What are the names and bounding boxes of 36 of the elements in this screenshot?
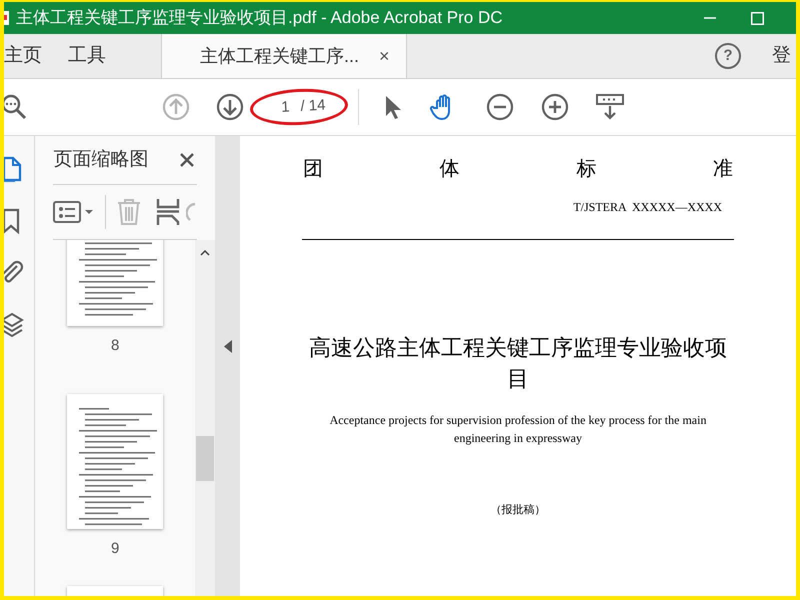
close-tab-button[interactable]: × <box>379 42 390 70</box>
document-tab[interactable]: 主体工程关键工序... × <box>161 34 407 78</box>
tab-label: 主体工程关键工序... <box>200 44 360 68</box>
page-thumbnail-drawing[interactable] <box>67 240 164 326</box>
english-title: Acceptance projects for supervision profession of the key process for the main engineering in expressway <box>328 412 708 447</box>
window-title: 主体工程关键工序监理专业验收项目.pdf - Adobe Acrobat Pro DC <box>16 7 503 30</box>
nav-tab[interactable]: 工具 <box>68 34 136 78</box>
draft-note: （报批稿） <box>490 503 546 518</box>
zoom-in-icon[interactable] <box>541 93 569 121</box>
heading-character: 标 <box>576 157 596 182</box>
document-title: 高速公路主体工程关键工序监理专业验收项目 <box>308 334 728 393</box>
scroll-thumb[interactable] <box>196 436 214 481</box>
page-count: / 14 <box>300 95 326 117</box>
standard-code: T/JSTERA XXXXX—XXXX <box>573 199 722 216</box>
scrollbar[interactable] <box>195 240 216 596</box>
page-number: 8 <box>111 336 120 356</box>
maximize-icon[interactable] <box>751 12 764 24</box>
collapse-arrow-icon[interactable] <box>224 340 232 352</box>
search-icon[interactable] <box>4 93 28 121</box>
panel-title: 页面缩略图 <box>53 148 148 172</box>
page-thumbnail-drawing[interactable] <box>67 394 164 528</box>
keyboard-icon[interactable] <box>596 93 624 121</box>
page-split-icon[interactable] <box>156 198 180 226</box>
scroll-up-icon[interactable] <box>200 250 210 256</box>
close-icon[interactable] <box>179 152 196 168</box>
heading-character: 准 <box>712 157 733 182</box>
options-menu-icon[interactable] <box>53 200 96 224</box>
pdf-file-icon <box>4 11 10 25</box>
sign-in-link[interactable]: 登 <box>772 42 796 70</box>
heading-character: 体 <box>440 157 460 182</box>
help-button[interactable]: ? <box>715 43 741 69</box>
layers-icon[interactable] <box>4 312 26 338</box>
nav-tab[interactable]: 主页 <box>4 34 68 78</box>
heading-character: 团 <box>303 157 323 182</box>
page-number: 9 <box>111 538 120 558</box>
zoom-out-icon[interactable] <box>486 93 514 121</box>
